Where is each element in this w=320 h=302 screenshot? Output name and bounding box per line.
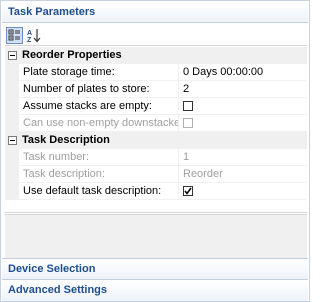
property-row-plate-storage-time[interactable]: Plate storage time: 0 Days 00:00:00 [5,64,307,81]
property-name: Can use non-empty downstacker: [19,115,179,132]
row-margin [5,115,19,132]
category-task-description[interactable]: Task Description [5,132,307,149]
property-row-number-of-plates[interactable]: Number of plates to store: 2 [5,81,307,98]
property-name: Plate storage time: [19,64,179,81]
property-value-cell [179,183,307,200]
property-value-cell [179,115,307,132]
collapse-icon[interactable] [8,136,17,145]
task-description-value: Reorder [179,166,307,183]
categorized-button[interactable] [6,27,23,44]
categorized-icon [8,29,20,41]
task-number-value: 1 [179,149,307,166]
svg-text:Z: Z [27,37,32,44]
property-row-task-description: Task description: Reorder [5,166,307,183]
collapse-icon[interactable] [8,51,17,60]
checkmark-icon [184,187,192,195]
alphabetical-button[interactable]: A Z [26,27,43,44]
property-grid-toolbar: A Z [5,25,307,46]
advanced-settings-header[interactable]: Advanced Settings [2,280,308,302]
property-name: Number of plates to store: [19,81,179,98]
property-name: Task description: [19,166,179,183]
category-reorder-properties[interactable]: Reorder Properties [5,47,307,64]
row-margin [5,81,19,98]
assume-stacks-empty-checkbox[interactable] [183,101,193,111]
property-row-use-default-description[interactable]: Use default task description: [5,183,307,200]
property-name: Task number: [19,149,179,166]
non-empty-downstacker-checkbox [183,118,193,128]
property-row-task-number: Task number: 1 [5,149,307,166]
property-description-pane [5,214,307,258]
category-label: Reorder Properties [22,49,122,61]
number-of-plates-value[interactable]: 2 [179,81,307,98]
row-margin [5,149,19,166]
svg-text:A: A [27,30,32,37]
property-name: Use default task description: [19,183,179,200]
task-panel: Task Parameters A Z Reorder Properties P… [0,0,310,302]
use-default-description-checkbox[interactable] [183,186,193,196]
alphabetical-icon: A Z [27,29,41,44]
property-grid-empty-area [5,201,307,213]
row-margin [5,64,19,81]
category-label: Task Description [22,134,110,146]
property-name: Assume stacks are empty: [19,98,179,115]
property-row-assume-stacks-empty[interactable]: Assume stacks are empty: [5,98,307,115]
row-margin [5,98,19,115]
property-value-cell [179,98,307,115]
row-margin [5,183,19,200]
device-selection-header[interactable]: Device Selection [2,258,308,280]
property-grid: Reorder Properties Plate storage time: 0… [5,47,307,201]
plate-storage-time-value[interactable]: 0 Days 00:00:00 [179,64,307,81]
property-row-non-empty-downstacker: Can use non-empty downstacker: [5,115,307,132]
task-parameters-header[interactable]: Task Parameters [2,2,308,23]
row-margin [5,166,19,183]
